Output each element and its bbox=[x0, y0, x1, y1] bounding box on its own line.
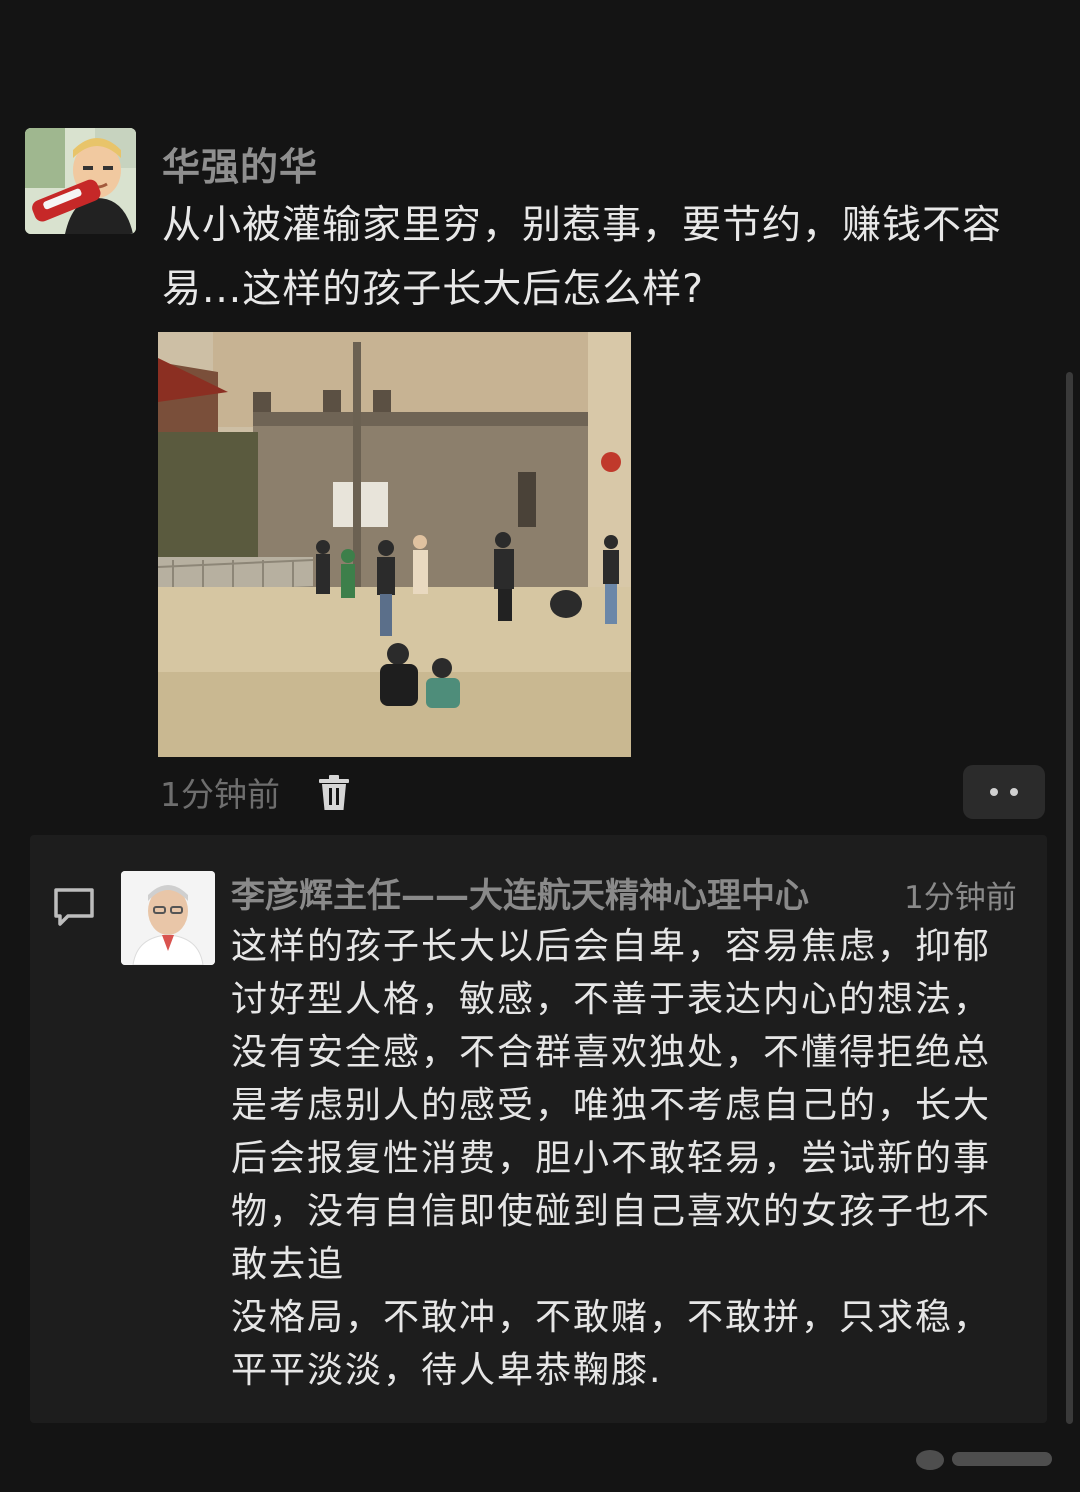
comment-avatar[interactable] bbox=[121, 871, 215, 965]
post-timestamp: 1分钟前 bbox=[160, 775, 280, 814]
post-photo[interactable] bbox=[158, 332, 631, 757]
watermark-logo bbox=[912, 1444, 1062, 1474]
trash-icon[interactable] bbox=[318, 774, 350, 812]
comment-timestamp: 1分钟前 bbox=[904, 880, 1017, 916]
post-text: 从小被灌输家里穷，别惹事，要节约，赚钱不容易...这样的孩子长大后怎么样? bbox=[162, 203, 1003, 312]
comment-author[interactable]: 李彦辉主任——大连航天精神心理中心 bbox=[231, 868, 809, 917]
more-options-button[interactable] bbox=[963, 765, 1045, 819]
doctor-avatar-icon bbox=[121, 871, 215, 965]
more-dot-icon bbox=[990, 788, 998, 796]
comment-bubble-icon bbox=[52, 886, 96, 928]
post-username[interactable]: 华强的华 bbox=[162, 136, 318, 191]
post-avatar[interactable] bbox=[25, 128, 136, 234]
village-children-photo bbox=[158, 332, 631, 757]
comment-text: 这样的孩子长大以后会自卑，容易焦虑，抑郁讨好型人格，敏感，不善于表达内心的想法，… bbox=[231, 926, 992, 1391]
cartoon-man-avatar-icon bbox=[25, 128, 136, 234]
scrollbar[interactable] bbox=[1066, 372, 1073, 1424]
more-dot-icon bbox=[1010, 788, 1018, 796]
